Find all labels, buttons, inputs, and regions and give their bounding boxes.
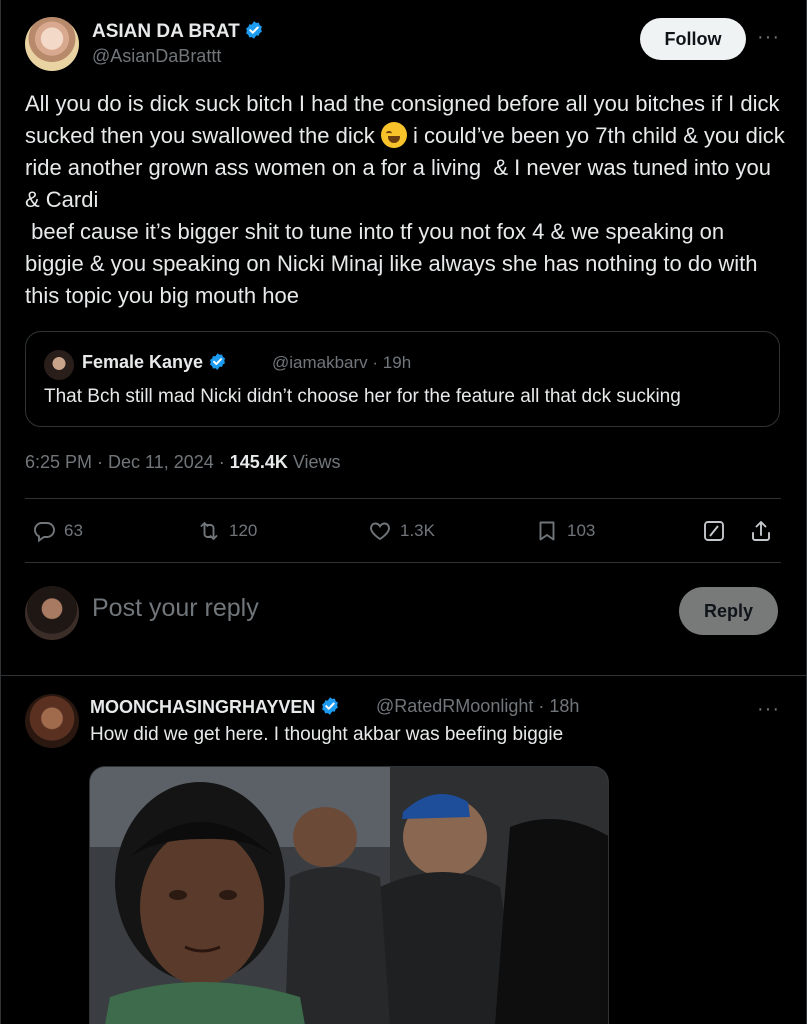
section-divider: [0, 675, 807, 676]
views-count: 145.4K: [229, 452, 288, 472]
post-timestamp[interactable]: 6:25 PM · Dec 11, 2024 ·: [25, 452, 230, 472]
reply-handle-time[interactable]: @RatedRMoonlight · 18h: [376, 696, 579, 717]
views-label: Views: [287, 452, 341, 472]
laughing-emoji-icon: [380, 122, 407, 148]
quoted-text: That Bch still mad Nicki didn’t choose h…: [44, 386, 681, 407]
grok-action[interactable]: [702, 514, 726, 548]
repost-count: 120: [229, 521, 258, 540]
quoted-author-row: Female Kanye: [82, 352, 227, 373]
reply-input[interactable]: Post your reply: [92, 594, 652, 623]
verified-badge-icon: [322, 697, 339, 715]
left-border: [0, 0, 1, 1024]
quoted-post[interactable]: Female Kanye @iamakbarv · 19h That Bch s…: [25, 331, 780, 427]
verified-badge-icon: [246, 21, 263, 39]
like-action[interactable]: 1.3K: [368, 514, 435, 548]
author-avatar[interactable]: [25, 17, 79, 71]
reply-more-options-icon[interactable]: ···: [757, 698, 780, 721]
divider: [25, 562, 781, 563]
reply-author-avatar[interactable]: [25, 694, 79, 748]
bookmark-count: 103: [567, 521, 596, 540]
reply-action[interactable]: 63: [32, 514, 83, 548]
author-handle[interactable]: @AsianDaBrattt: [92, 46, 221, 67]
like-count: 1.3K: [400, 521, 435, 540]
bookmark-action[interactable]: 103: [535, 514, 595, 548]
reply-media-image[interactable]: [89, 766, 609, 1024]
reply-count: 63: [64, 521, 83, 540]
post-text-part-2: i could’ve been yo 7th child & you dick …: [25, 123, 785, 308]
follow-button[interactable]: Follow: [640, 18, 746, 60]
repost-icon: [200, 522, 218, 540]
reply-icon: [33, 522, 55, 543]
reply-author-name[interactable]: MOONCHASINGRHAYVEN: [90, 697, 315, 717]
author-name-row[interactable]: ASIAN DA BRAT: [92, 20, 264, 43]
current-user-avatar[interactable]: [25, 586, 79, 640]
heart-icon: [370, 522, 390, 541]
reply-button[interactable]: Reply: [679, 587, 778, 635]
reply-author-row[interactable]: MOONCHASINGRHAYVEN: [90, 696, 340, 718]
post-meta: 6:25 PM · Dec 11, 2024 · 145.4K Views: [25, 452, 341, 473]
share-icon: [752, 521, 770, 541]
share-action[interactable]: [749, 514, 773, 548]
quoted-author-avatar: [44, 350, 74, 380]
bookmark-icon: [539, 521, 555, 541]
grok-icon: [704, 521, 724, 541]
verified-badge-icon: [210, 353, 226, 370]
post-text: All you do is dick suck bitch I had the …: [25, 88, 785, 312]
photo-illustration: [90, 767, 608, 1024]
quoted-author-name: Female Kanye: [82, 352, 204, 372]
author-name[interactable]: ASIAN DA BRAT: [92, 21, 240, 42]
divider: [25, 498, 781, 499]
reply-text: How did we get here. I thought akbar was…: [90, 724, 564, 745]
quoted-handle-time: @iamakbarv · 19h: [272, 353, 412, 372]
repost-action[interactable]: 120: [197, 514, 257, 548]
more-options-icon[interactable]: ···: [757, 26, 780, 49]
